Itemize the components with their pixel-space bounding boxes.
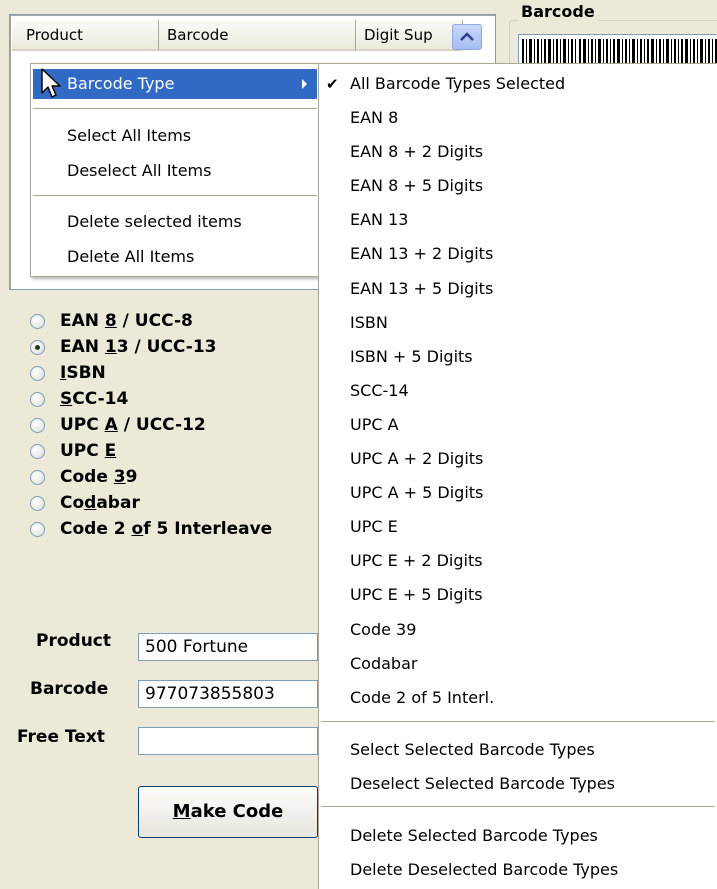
radio-label-pre: UPC bbox=[60, 415, 105, 435]
product-label: Product bbox=[36, 631, 111, 651]
radio-option[interactable]: UPC A / UCC-12 bbox=[30, 412, 330, 438]
radio-label-post: abar bbox=[96, 493, 140, 513]
radio-label-post: 3 / UCC-13 bbox=[116, 337, 217, 357]
barcode-type-submenu: ✔ All Barcode Types Selected EAN 8 EAN 8 … bbox=[318, 63, 717, 889]
make-code-label: ake Code bbox=[190, 801, 284, 822]
barcode-input[interactable]: 977073855803 bbox=[138, 680, 318, 708]
radio-label-mnemonic: A bbox=[104, 415, 118, 435]
radio-label-post: CC-14 bbox=[72, 389, 129, 409]
menu-item-barcode-type-label: Barcode Type bbox=[67, 74, 175, 93]
radio-option[interactable]: Code 39 bbox=[30, 464, 330, 490]
submenu-item-barcode-type[interactable]: ISBN + 5 Digits bbox=[321, 342, 715, 372]
submenu-item-all-selected-label: All Barcode Types Selected bbox=[350, 74, 566, 93]
radio-option[interactable]: Codabar bbox=[30, 490, 330, 516]
submenu-separator bbox=[321, 806, 715, 807]
submenu-item-all-selected[interactable]: ✔ All Barcode Types Selected bbox=[321, 69, 715, 99]
radio-option[interactable]: Code 2 of 5 Interleave bbox=[30, 516, 330, 542]
radio-label-post: 9 bbox=[125, 467, 138, 487]
radio-label-mnemonic: S bbox=[60, 389, 73, 409]
radio-label-mnemonic: 8 bbox=[104, 311, 117, 331]
radio-circle-icon[interactable] bbox=[30, 470, 45, 485]
radio-circle-icon[interactable] bbox=[30, 418, 45, 433]
radio-label-mnemonic: 1 bbox=[104, 337, 117, 357]
radio-option[interactable]: SCC-14 bbox=[30, 386, 330, 412]
submenu-item-deselect-selected[interactable]: Deselect Selected Barcode Types bbox=[321, 769, 715, 799]
radio-label-pre: EAN bbox=[60, 337, 105, 357]
radio-label-mnemonic: 3 bbox=[113, 467, 126, 487]
radio-option[interactable]: EAN 13 / UCC-13 bbox=[30, 334, 330, 360]
radio-label-post: / UCC-12 bbox=[117, 415, 206, 435]
radio-option[interactable]: EAN 8 / UCC-8 bbox=[30, 308, 330, 334]
submenu-item-barcode-type[interactable]: UPC A + 5 Digits bbox=[321, 478, 715, 508]
submenu-item-barcode-type[interactable]: EAN 8 + 5 Digits bbox=[321, 171, 715, 201]
menu-separator bbox=[33, 108, 317, 109]
menu-separator bbox=[33, 195, 317, 196]
radio-option[interactable]: UPC E bbox=[30, 438, 330, 464]
menu-item-select-all[interactable]: Select All Items bbox=[33, 121, 317, 151]
menu-item-barcode-type[interactable]: Barcode Type bbox=[33, 69, 317, 99]
checkmark-icon: ✔ bbox=[326, 75, 339, 93]
list-scroll-up-button[interactable] bbox=[452, 24, 482, 50]
submenu-separator bbox=[321, 721, 715, 722]
column-digit-sup[interactable]: Digit Sup bbox=[356, 20, 463, 51]
make-code-mnemonic: M bbox=[172, 801, 191, 822]
radio-label-pre: Code 2 bbox=[60, 519, 132, 539]
submenu-item-select-selected[interactable]: Select Selected Barcode Types bbox=[321, 735, 715, 765]
radio-label-pre: Co bbox=[60, 493, 85, 513]
submenu-arrow-icon bbox=[302, 79, 307, 89]
radio-label-pre: UPC bbox=[60, 441, 105, 461]
list-header: Product Barcode Digit Sup bbox=[12, 20, 463, 51]
radio-label-pre: Code bbox=[60, 467, 114, 487]
radio-circle-icon[interactable] bbox=[30, 314, 45, 329]
menu-item-delete-all[interactable]: Delete All Items bbox=[33, 242, 317, 272]
make-code-button[interactable]: Make Code bbox=[138, 786, 318, 838]
mouse-cursor-icon bbox=[41, 68, 61, 98]
chevron-up-icon bbox=[460, 32, 474, 41]
radio-circle-icon[interactable] bbox=[30, 496, 45, 511]
radio-circle-icon[interactable] bbox=[30, 522, 45, 537]
radio-label-pre: EAN bbox=[60, 311, 105, 331]
menu-item-delete-selected[interactable]: Delete selected items bbox=[33, 207, 317, 237]
submenu-item-barcode-type[interactable]: EAN 13 + 5 Digits bbox=[321, 274, 715, 304]
radio-circle-icon[interactable] bbox=[30, 366, 45, 381]
submenu-item-barcode-type[interactable]: UPC A + 2 Digits bbox=[321, 444, 715, 474]
radio-circle-icon[interactable] bbox=[30, 444, 45, 459]
submenu-item-barcode-type[interactable]: UPC E + 2 Digits bbox=[321, 546, 715, 576]
radio-option[interactable]: ISBN bbox=[30, 360, 330, 386]
submenu-item-delete-deselected[interactable]: Delete Deselected Barcode Types bbox=[321, 855, 715, 885]
submenu-item-barcode-type[interactable]: ISBN bbox=[321, 308, 715, 338]
submenu-item-barcode-type[interactable]: Codabar bbox=[321, 649, 715, 679]
context-menu: Barcode Type Select All Items Deselect A… bbox=[30, 63, 320, 277]
radio-label-post: SBN bbox=[66, 363, 106, 383]
submenu-item-barcode-type[interactable]: EAN 8 bbox=[321, 103, 715, 133]
submenu-item-barcode-type[interactable]: UPC E bbox=[321, 512, 715, 542]
free-text-input[interactable] bbox=[138, 727, 318, 755]
radio-circle-icon[interactable] bbox=[30, 340, 45, 355]
submenu-item-barcode-type[interactable]: SCC-14 bbox=[321, 376, 715, 406]
free-text-label: Free Text bbox=[17, 727, 105, 747]
radio-circle-icon[interactable] bbox=[30, 392, 45, 407]
app-window: Product Barcode Digit Sup Barcode EAN 8 … bbox=[0, 0, 717, 889]
barcode-type-radio-group: EAN 8 / UCC-8 EAN 13 / UCC-13 ISBN SCC-14 UP… bbox=[30, 308, 330, 542]
product-input[interactable]: 500 Fortune bbox=[138, 633, 318, 661]
radio-label-post: / UCC-8 bbox=[116, 311, 193, 331]
submenu-item-barcode-type[interactable]: UPC A bbox=[321, 410, 715, 440]
submenu-item-barcode-type[interactable]: EAN 8 + 2 Digits bbox=[321, 137, 715, 167]
submenu-item-barcode-type[interactable]: Code 39 bbox=[321, 615, 715, 645]
submenu-item-barcode-type[interactable]: EAN 13 bbox=[321, 205, 715, 235]
submenu-item-barcode-type[interactable]: Code 2 of 5 Interl. bbox=[321, 683, 715, 713]
submenu-item-delete-selected[interactable]: Delete Selected Barcode Types bbox=[321, 821, 715, 851]
menu-item-deselect-all[interactable]: Deselect All Items bbox=[33, 156, 317, 186]
radio-label-mnemonic: E bbox=[104, 441, 117, 461]
column-barcode[interactable]: Barcode bbox=[159, 20, 356, 51]
radio-label-mnemonic: d bbox=[84, 493, 97, 513]
radio-label-post: f 5 Interleave bbox=[143, 519, 273, 539]
barcode-group-label: Barcode bbox=[518, 2, 598, 22]
submenu-item-barcode-type[interactable]: EAN 13 + 2 Digits bbox=[321, 239, 715, 269]
submenu-item-barcode-type[interactable]: UPC E + 5 Digits bbox=[321, 580, 715, 610]
barcode-label: Barcode bbox=[30, 679, 109, 699]
column-product[interactable]: Product bbox=[12, 20, 159, 51]
radio-label-mnemonic: o bbox=[131, 519, 144, 539]
